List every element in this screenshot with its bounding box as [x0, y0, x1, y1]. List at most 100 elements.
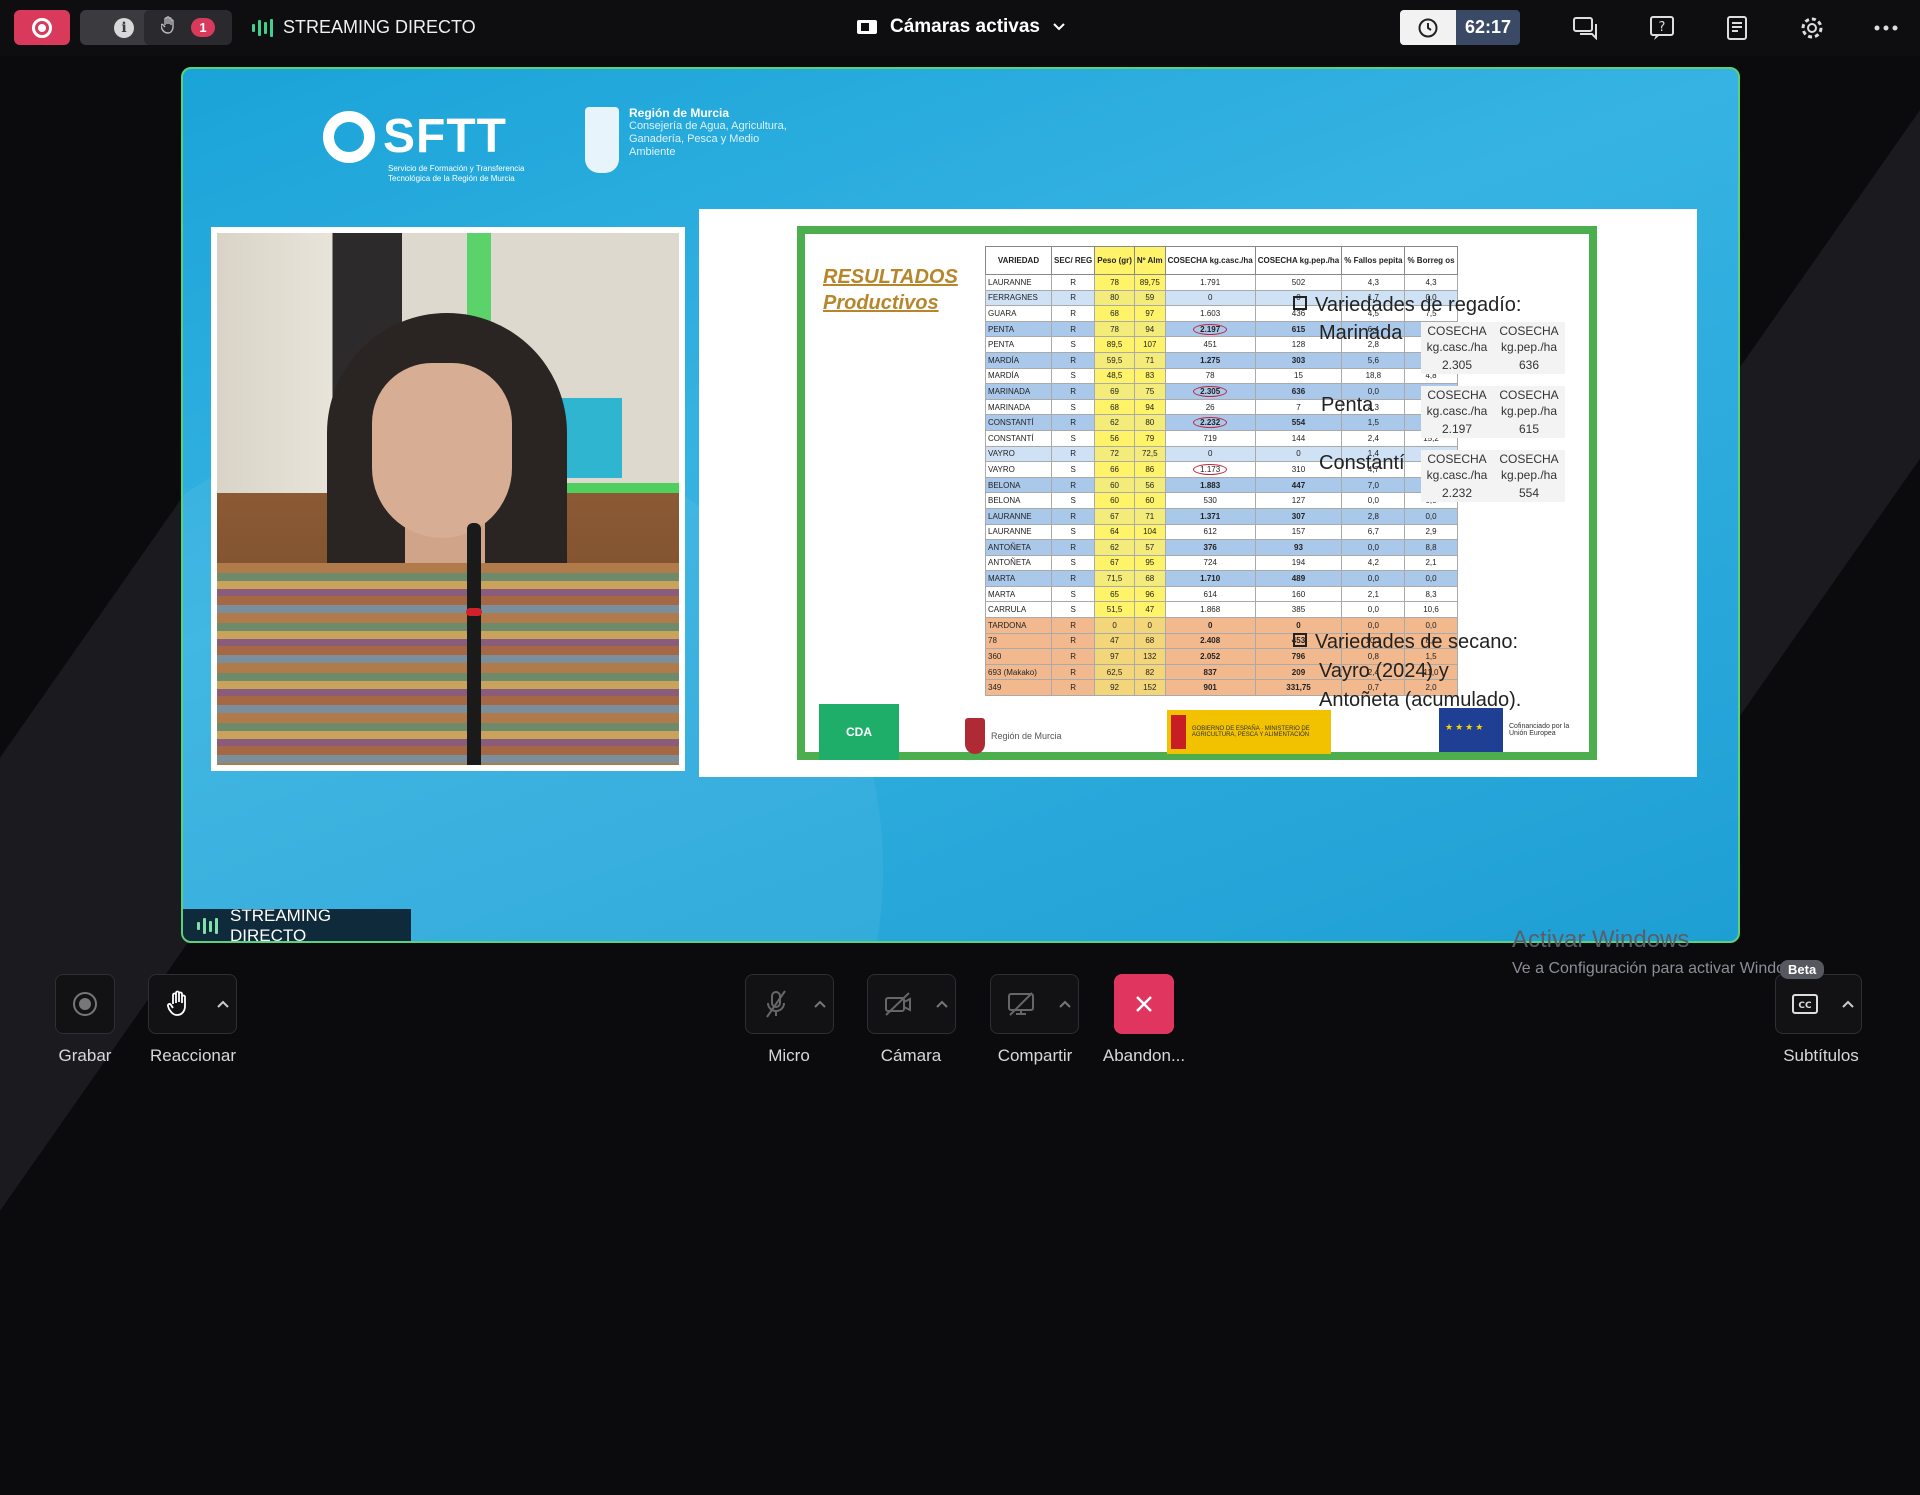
table-cell: 0,0	[1404, 507, 1458, 525]
record-button[interactable]	[55, 974, 115, 1034]
react-options-toggle[interactable]	[209, 974, 237, 1034]
bullet-secano-line-2: Vayro (2024) y	[1319, 660, 1449, 682]
penta-mini-table: COSECHA kg.casc./ha COSECHA kg.pep./ha 2.…	[1421, 386, 1565, 438]
raised-hands-count: 1	[191, 18, 215, 37]
table-cell: S	[1050, 585, 1096, 603]
table-header-cell: Nº Alm	[1133, 246, 1166, 275]
table-cell: R	[1050, 663, 1096, 681]
spain-crest-icon	[1171, 715, 1186, 749]
mic-label: Micro	[768, 1046, 810, 1065]
table-cell: 78	[1094, 320, 1135, 338]
more-options-icon[interactable]	[1872, 14, 1900, 42]
mic-button[interactable]	[745, 974, 807, 1034]
constanti-mini-table: COSECHA kg.casc./ha COSECHA kg.pep./ha 2.…	[1421, 450, 1565, 502]
subtitles-button[interactable]: CC	[1775, 974, 1835, 1034]
share-label: Compartir	[997, 1046, 1073, 1065]
table-cell: 1.791	[1164, 274, 1256, 291]
table-cell: 62	[1094, 414, 1135, 431]
leave-meeting-button[interactable]	[1114, 974, 1174, 1034]
table-cell: 62,5	[1094, 663, 1135, 681]
table-cell: R	[1050, 648, 1096, 665]
main-stage: SFTT Servicio de Formación y Transferenc…	[181, 67, 1740, 943]
table-cell: S	[1050, 429, 1096, 447]
table-cell: 1.173	[1164, 461, 1256, 478]
record-indicator-button[interactable]	[14, 10, 70, 45]
table-cell: 2,4	[1341, 429, 1406, 447]
svg-text:?: ?	[1659, 20, 1666, 35]
highlight-circle: 2.232	[1193, 417, 1228, 429]
table-cell: 89,75	[1133, 274, 1166, 291]
table-cell: 56	[1133, 476, 1166, 494]
table-row: BELONAR60561.8834477,03,6	[985, 476, 1458, 494]
table-cell: 1.603	[1164, 305, 1256, 322]
presenter-video[interactable]	[211, 227, 685, 771]
raised-hands-button[interactable]: 1	[144, 10, 232, 45]
table-cell: 2.408	[1164, 632, 1256, 650]
table-cell: 4,3	[1404, 274, 1458, 291]
table-cell: 15	[1254, 367, 1343, 385]
record-label: Grabar	[58, 1046, 112, 1065]
table-cell: 96	[1133, 585, 1166, 603]
settings-gear-icon[interactable]	[1798, 14, 1826, 42]
table-cell: R	[1050, 617, 1096, 634]
table-cell: 2.197	[1164, 320, 1256, 338]
table-cell: 2,1	[1341, 585, 1406, 603]
notes-icon[interactable]	[1723, 14, 1751, 42]
camera-off-icon	[885, 992, 911, 1016]
table-cell: MARTA	[985, 570, 1052, 587]
audio-bars-icon	[197, 918, 218, 934]
table-cell: 349	[985, 679, 1052, 697]
streaming-status: STREAMING DIRECTO	[252, 17, 476, 38]
table-cell: CONSTANTÍ	[985, 414, 1052, 431]
table-cell: S	[1050, 554, 1096, 572]
bullet-secano-text: Variedades de secano:	[1315, 631, 1519, 653]
checkbox-bullet-icon	[1293, 296, 1307, 310]
sftt-ring-icon	[323, 110, 375, 163]
meeting-timer[interactable]: 62:17	[1400, 10, 1520, 45]
murcia-subtitle: Consejería de Agua, Agricultura, Ganader…	[629, 120, 787, 158]
presenter-face	[372, 363, 512, 538]
table-cell: 451	[1164, 336, 1256, 353]
table-cell: 6,7	[1341, 523, 1406, 541]
table-cell: R	[1050, 539, 1096, 556]
table-header-cell: COSECHA kg.pep./ha	[1254, 246, 1343, 275]
table-cell: 93	[1254, 539, 1343, 556]
table-cell: 71,5	[1094, 570, 1135, 587]
chevron-up-icon	[216, 1000, 229, 1008]
table-cell: 837	[1164, 663, 1256, 681]
table-cell: 0,0	[1404, 570, 1458, 587]
question-icon[interactable]: ?	[1648, 14, 1676, 42]
table-cell: 1.275	[1164, 351, 1256, 369]
table-cell: 66	[1094, 461, 1135, 478]
chat-icon[interactable]	[1572, 14, 1600, 42]
table-cell: 60	[1094, 476, 1135, 494]
bullet-regadio: Variedades de regadío:	[1293, 294, 1593, 317]
table-cell: 693 (Makako)	[985, 663, 1052, 681]
camera-options-toggle[interactable]	[928, 974, 956, 1034]
table-cell: 67	[1094, 554, 1135, 572]
sftt-logo: SFTT	[323, 109, 507, 164]
leave-label: Abandon...	[1102, 1046, 1186, 1065]
react-button[interactable]	[148, 974, 210, 1034]
mini-value: 2.305	[1441, 358, 1473, 372]
table-cell: 79	[1133, 429, 1166, 447]
table-cell: TARDONA	[985, 617, 1052, 634]
table-cell: S	[1050, 461, 1096, 478]
share-options-toggle[interactable]	[1051, 974, 1079, 1034]
table-cell: 194	[1254, 554, 1343, 572]
table-row: CONSTANTÍ S 56 79 719 144 2,4 15,2	[985, 429, 1458, 447]
results-title: RESULTADOS Productivos	[823, 264, 958, 316]
share-screen-button[interactable]	[990, 974, 1052, 1034]
eu-logo: Cofinanciado por la Unión Europea	[1439, 708, 1573, 752]
slide-footer-logos: CDA Región de Murcia GOBIERNO DE ESPAÑA …	[819, 704, 1579, 760]
table-cell: 0	[1164, 289, 1256, 307]
table-cell: 95	[1133, 554, 1166, 572]
mic-options-toggle[interactable]	[806, 974, 834, 1034]
table-row: MARINADAR69752.3056360,00,0	[985, 383, 1458, 400]
mini-value: 2.197	[1441, 422, 1473, 436]
table-cell: 68	[1133, 632, 1166, 650]
camera-button[interactable]	[867, 974, 929, 1034]
sftt-logo-text: SFTT	[383, 110, 507, 163]
active-cameras-dropdown[interactable]: Cámaras activas	[856, 16, 1066, 38]
subtitles-options-toggle[interactable]	[1834, 974, 1862, 1034]
